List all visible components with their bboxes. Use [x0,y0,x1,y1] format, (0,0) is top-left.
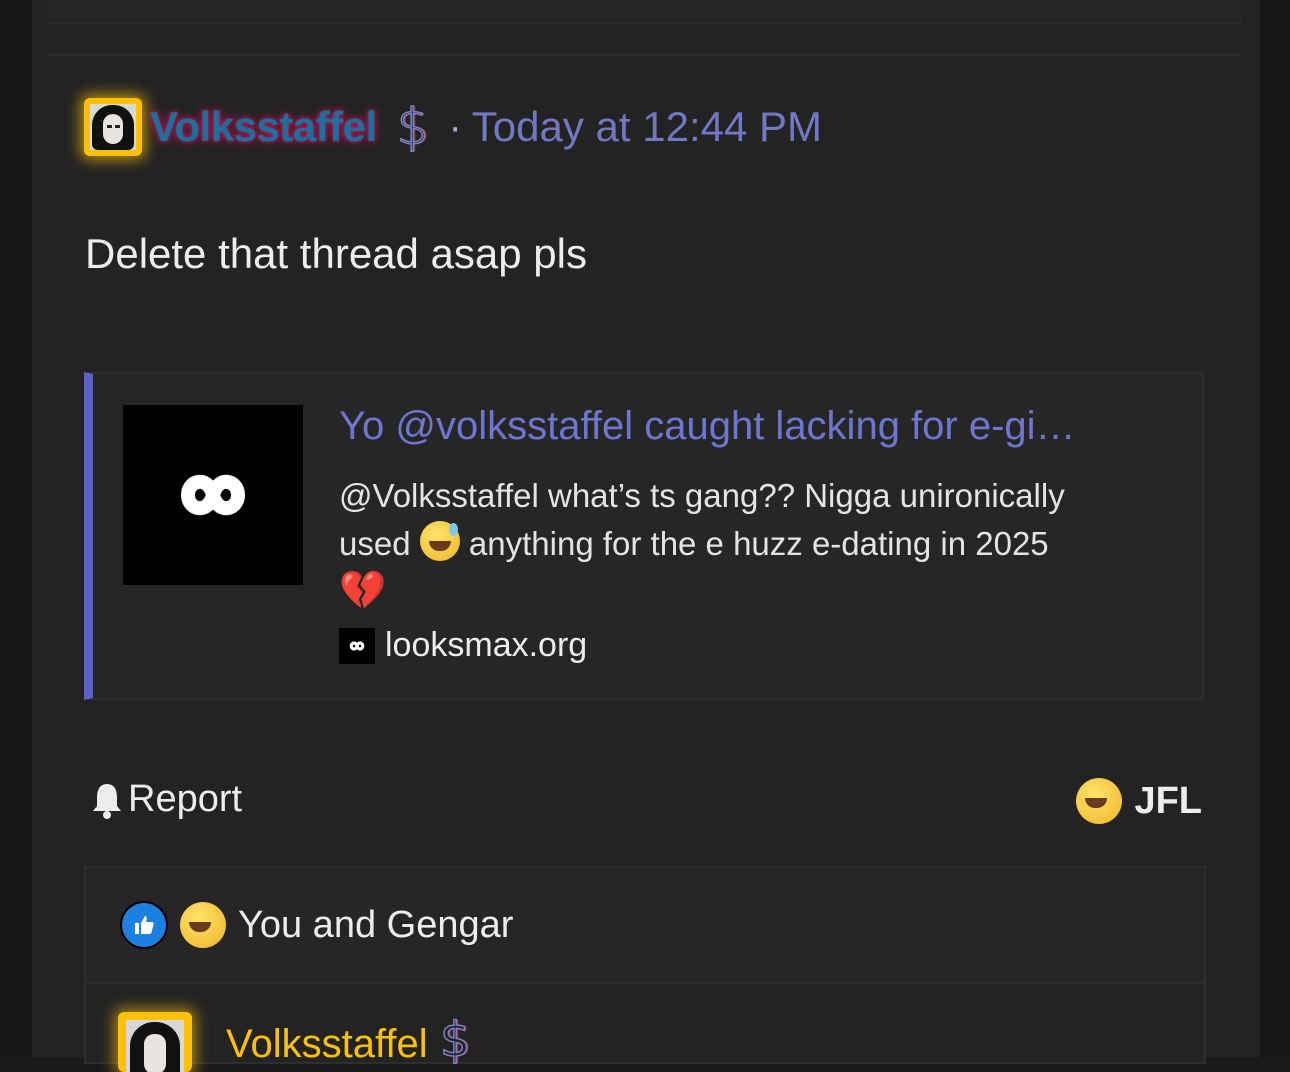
avatar[interactable] [84,98,142,156]
laughing-crying-emoji-icon [1076,778,1123,824]
like-icon [120,901,168,949]
post-header: Volksstaffel $ · Today at 12:44 PM [84,92,822,162]
embed-description-line1: @Volksstaffel what’s ts gang?? Nigga uni… [339,477,1065,514]
reaction-button[interactable]: JFL [1076,778,1202,824]
avatar-image [90,104,136,150]
post-timestamp[interactable]: Today at 12:44 PM [472,103,822,151]
post-divider [48,54,1242,56]
page-gutter-right [1260,0,1290,1057]
embed-title-link[interactable]: Yo @volksstaffel caught lacking for e-gi… [339,404,1179,449]
embed-description-rest: anything for the e huzz e-dating in 2025 [468,525,1049,562]
page-gutter-left [0,0,32,1057]
dollar-badge-icon: $ [396,97,429,157]
laughing-crying-emoji-icon [180,902,226,948]
sweat-smile-emoji-icon [419,521,460,561]
embed-description: @Volksstaffel what’s ts gang?? Nigga uni… [339,472,1169,616]
reaction-users[interactable]: You and Gengar [238,904,513,947]
reactions-summary[interactable]: You and Gengar [84,866,1206,984]
dollar-badge-icon: $ [439,1011,471,1069]
post-message: Delete that thread asap pls [85,230,587,277]
link-embed[interactable]: Yo @volksstaffel caught lacking for e-gi… [84,372,1204,700]
bell-icon [93,783,121,819]
next-post: Volksstaffel $ [84,984,1206,1072]
next-post-username[interactable]: Volksstaffel [226,1022,428,1067]
embed-source-domain: looksmax.org [385,626,588,664]
embed-thumbnail[interactable] [123,405,303,585]
header-separator: · [448,104,462,149]
looksmax-favicon-icon [339,627,375,664]
looksmax-logo-icon [180,474,246,516]
username-link[interactable]: Volksstaffel [150,103,377,151]
embed-source: looksmax.org [339,626,587,665]
report-button[interactable]: Report [90,778,242,821]
broken-heart-emoji-icon: 💔 [339,570,387,612]
report-label: Report [128,778,243,820]
embed-description-used: used [339,525,411,562]
previous-post-footer [48,0,1242,24]
reaction-label: JFL [1134,779,1202,822]
avatar[interactable] [118,1012,192,1072]
post-actions: Report JFL [90,778,1204,828]
